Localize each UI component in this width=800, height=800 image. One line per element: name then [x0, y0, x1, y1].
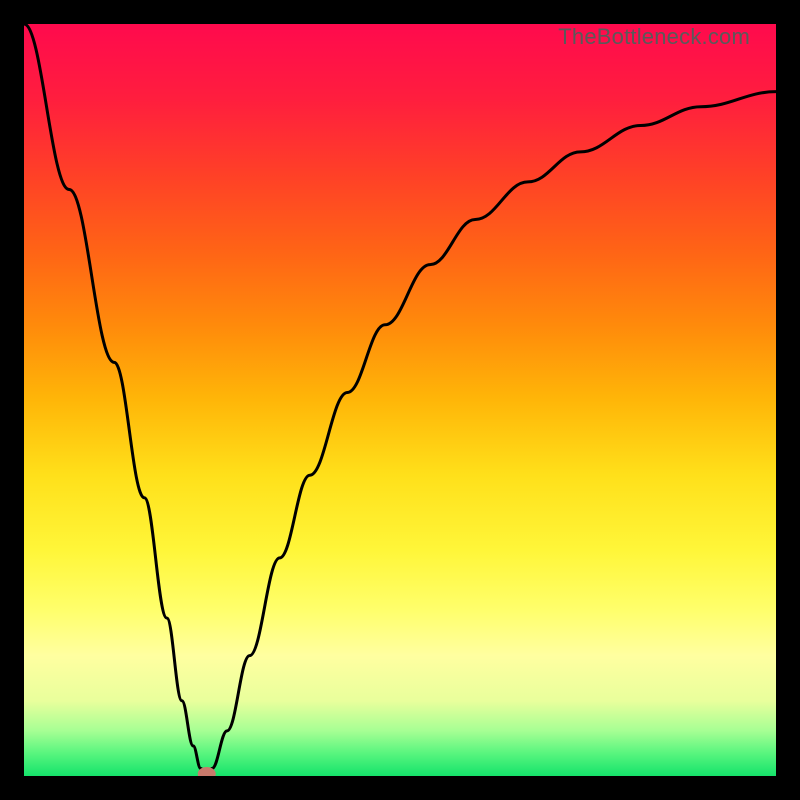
chart-svg: [24, 24, 776, 776]
plot-area: [24, 24, 776, 776]
chart-frame: TheBottleneck.com: [24, 24, 776, 776]
watermark-text: TheBottleneck.com: [558, 24, 750, 50]
gradient-background: [24, 24, 776, 776]
